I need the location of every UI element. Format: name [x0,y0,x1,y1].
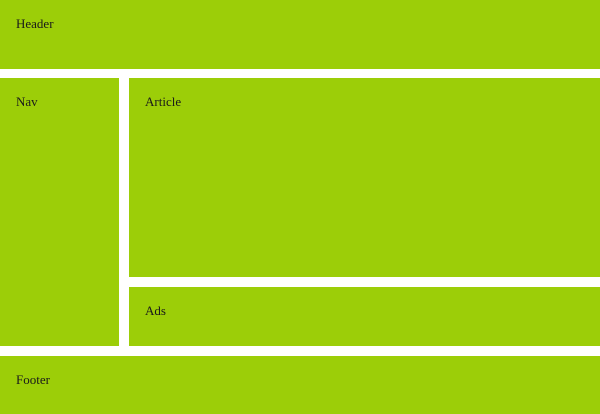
article-label: Article [145,94,182,109]
nav-block: Nav [0,78,119,346]
footer-block: Footer [0,356,600,414]
ads-label: Ads [145,303,166,318]
nav-label: Nav [16,94,38,109]
article-block: Article [129,78,600,277]
footer-label: Footer [16,372,50,387]
ads-block: Ads [129,287,600,346]
header-label: Header [16,16,54,31]
header-block: Header [0,0,600,69]
